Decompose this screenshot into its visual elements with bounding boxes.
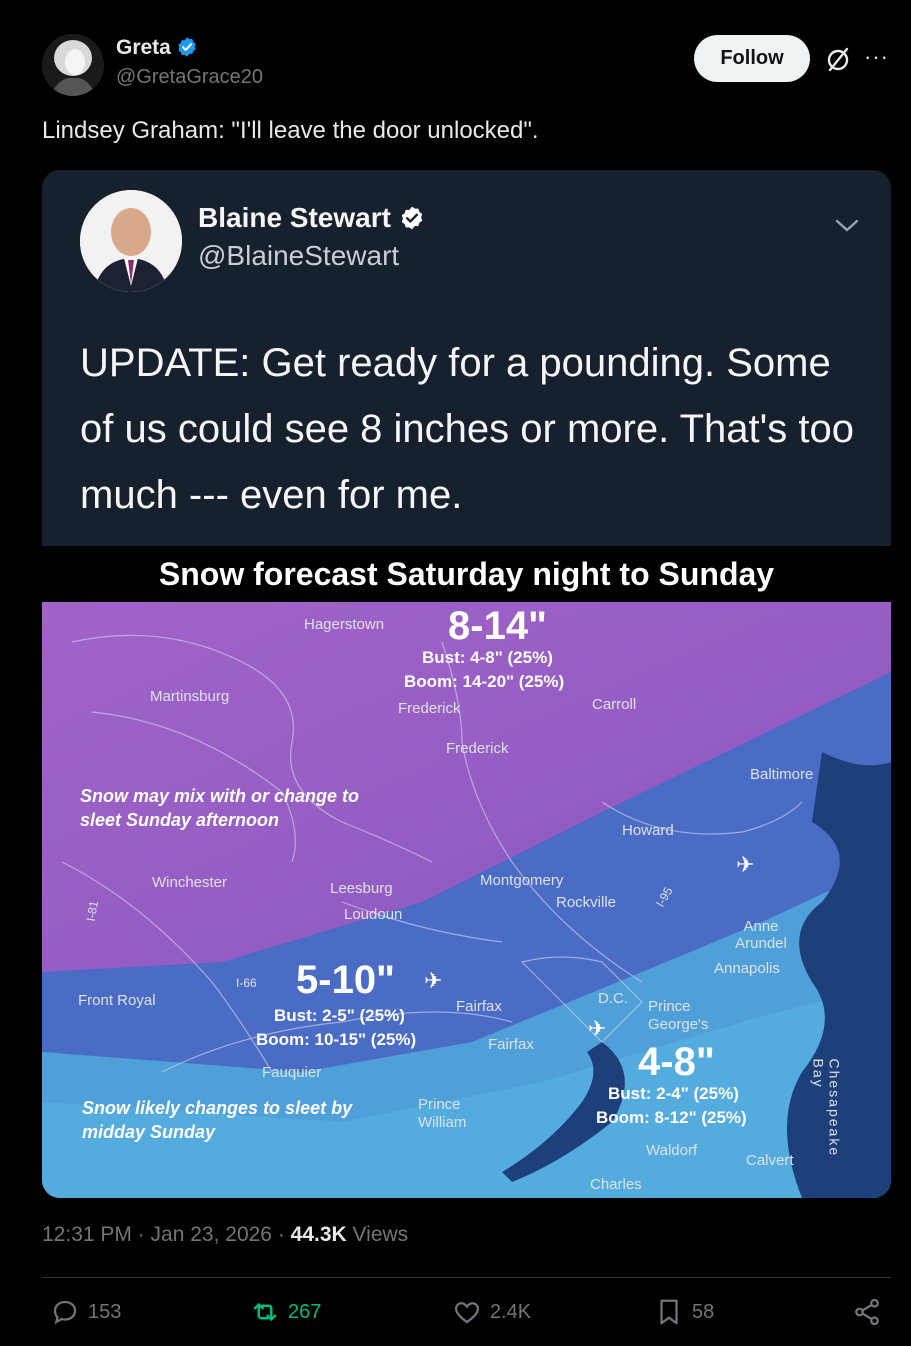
city-label: Carroll — [592, 696, 637, 713]
reply-icon — [53, 1300, 77, 1325]
city-label: D.C. — [598, 990, 628, 1007]
reply-count: 153 — [88, 1300, 122, 1323]
tweet-text: Lindsey Graham: "I'll leave the door unl… — [42, 117, 539, 144]
media-card[interactable]: Blaine Stewart @BlaineStewart UPDATE: Ge… — [42, 170, 891, 1198]
quoted-author-handle: @BlaineStewart — [198, 240, 400, 271]
bookmark-icon — [660, 1299, 678, 1325]
zone-south-range: 4-8" — [638, 1040, 715, 1084]
city-label: Baltimore — [750, 766, 814, 783]
city-label: Fairfax — [488, 1036, 534, 1053]
zone-south-bust: Bust: 2-4" (25%) — [608, 1084, 739, 1103]
tweet-meta: 12:31 PM · Jan 23, 2026 · 44.3K Views — [42, 1223, 408, 1247]
airport-icon: ✈ — [588, 1016, 607, 1041]
quoted-author-avatar — [80, 190, 182, 292]
chevron-down-icon — [835, 219, 859, 232]
sleet-note: Snow likely changes to sleet by midday S… — [82, 1098, 353, 1142]
quoted-text: UPDATE: Get ready for a pounding. Some o… — [80, 341, 854, 517]
city-label: Loudoun — [344, 906, 403, 923]
city-label: Prince George's — [648, 998, 709, 1033]
city-label: Annapolis — [714, 960, 780, 977]
city-label: Rockville — [556, 894, 617, 911]
zone-south-boom: Boom: 8-12" (25%) — [596, 1108, 747, 1127]
divider — [42, 1277, 891, 1278]
grok-icon[interactable] — [824, 46, 852, 74]
repost-count: 267 — [288, 1300, 322, 1323]
city-label: Winchester — [152, 874, 228, 891]
share-button[interactable] — [852, 1296, 890, 1328]
verified-badge-icon — [178, 37, 196, 57]
author-name[interactable]: Greta — [116, 36, 198, 60]
author-handle[interactable]: @GretaGrace20 — [116, 66, 263, 89]
city-label: Montgomery — [480, 872, 564, 889]
city-label: Waldorf — [646, 1142, 698, 1159]
tweet-timestamp[interactable]: 12:31 PM · Jan 23, 2026 · — [42, 1223, 291, 1246]
city-label: Frederick — [398, 700, 461, 717]
city-label: Leesburg — [330, 880, 393, 897]
city-label: Prince William — [418, 1096, 467, 1131]
airport-icon: ✈ — [424, 968, 443, 993]
views-label: Views — [346, 1223, 409, 1246]
city-label: Calvert — [746, 1152, 794, 1169]
zone-mid-bust: Bust: 2-5" (25%) — [274, 1006, 405, 1025]
mix-note: Snow may mix with or change to sleet Sun… — [80, 786, 360, 830]
quoted-author-name-text: Blaine Stewart — [198, 202, 391, 233]
city-label: Charles — [590, 1176, 642, 1193]
follow-button[interactable]: Follow — [694, 35, 810, 82]
city-label: Martinsburg — [150, 688, 230, 705]
city-label: Fauquier — [262, 1064, 322, 1081]
city-label: Frederick — [446, 740, 509, 757]
like-button[interactable]: 2.4K — [452, 1296, 531, 1328]
author-name-text[interactable]: Greta — [116, 36, 171, 59]
author-avatar[interactable] — [42, 34, 104, 96]
heart-icon — [454, 1302, 480, 1324]
highway-label: I-66 — [236, 976, 257, 990]
repost-button[interactable]: 267 — [250, 1296, 321, 1328]
share-icon — [855, 1298, 879, 1326]
bookmark-button[interactable]: 58 — [654, 1296, 714, 1328]
views-count: 44.3K — [290, 1223, 347, 1246]
city-label: Front Royal — [78, 992, 156, 1009]
zone-north-boom: Boom: 14-20" (25%) — [404, 672, 565, 691]
zone-north-range: 8-14" — [448, 604, 548, 648]
map-title: Snow forecast Saturday night to Sunday — [42, 546, 891, 602]
quoted-verified-icon — [401, 206, 423, 230]
like-count: 2.4K — [490, 1300, 532, 1323]
bookmark-count: 58 — [692, 1300, 715, 1323]
city-label: Fairfax — [456, 998, 502, 1015]
repost-icon — [253, 1303, 277, 1321]
zone-mid-boom: Boom: 10-15" (25%) — [256, 1030, 417, 1049]
zone-mid-range: 5-10" — [296, 958, 396, 1002]
zone-north-bust: Bust: 4-8" (25%) — [422, 648, 553, 667]
quoted-author-name: Blaine Stewart — [198, 202, 425, 234]
more-options-icon[interactable]: ··· — [864, 44, 889, 70]
airport-icon: ✈ — [736, 852, 755, 877]
city-label: Anne Arundel — [735, 918, 787, 952]
snow-forecast-map: Hagerstown Martinsburg Frederick Frederi… — [42, 602, 891, 1198]
bay-label: Chesapeake Bay — [810, 1058, 843, 1158]
reply-button[interactable]: 153 — [50, 1296, 121, 1328]
city-label: Howard — [622, 822, 674, 839]
city-label: Hagerstown — [304, 616, 385, 633]
